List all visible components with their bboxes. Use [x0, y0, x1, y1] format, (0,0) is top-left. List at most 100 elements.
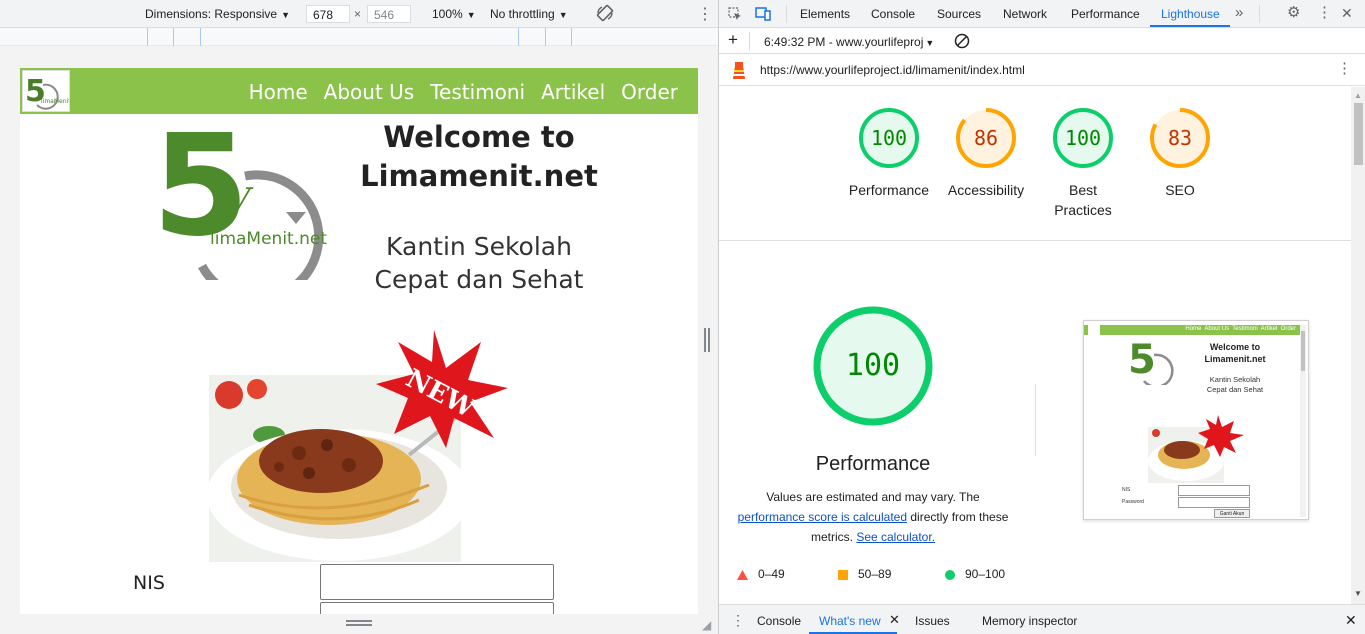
resize-grip-icon[interactable]: ◢ [702, 618, 711, 632]
nav-artikel-link[interactable]: Artikel [541, 80, 605, 104]
thumb-password-label: Password [1122, 499, 1144, 505]
performance-gauge-large: 100 [812, 305, 934, 427]
active-tab-indicator [1150, 25, 1230, 27]
toolbar-divider [749, 32, 750, 50]
score-gauge-accessibility[interactable]: 86 Accessibility [943, 106, 1029, 200]
site-logo-small[interactable]: 5 limaMenit.net [22, 70, 83, 112]
more-vertical-icon[interactable]: ⋮ [1317, 5, 1332, 20]
score-value: 86 [973, 126, 999, 150]
report-selector-label: 6:49:32 PM - www.yourlifeproj [764, 35, 924, 49]
tab-elements[interactable]: Elements [800, 7, 850, 21]
rotate-icon[interactable] [596, 4, 614, 25]
close-drawer-icon[interactable]: ✕ [1345, 613, 1357, 627]
plus-icon[interactable]: + [728, 31, 738, 48]
score-gauge-best-practices[interactable]: 100 Best Practices [1040, 106, 1126, 220]
device-emulation-pane: Dimensions: Responsive ▼ 678 × 546 100% ▼ … [0, 0, 718, 634]
times-sign: × [354, 7, 362, 21]
site-navbar: 5 limaMenit.net Home About Us Testimoni … [20, 68, 698, 114]
report-url[interactable]: https://www.yourlifeproject.id/limamenit… [760, 63, 1025, 77]
report-scrollbar[interactable]: ▲ ▼ [1351, 87, 1365, 604]
gear-icon[interactable]: ⚙ [1287, 5, 1300, 20]
close-tab-icon[interactable]: ✕ [889, 613, 900, 627]
device-toolbar-icon[interactable] [755, 7, 771, 23]
tagline: Kantin Sekolah Cepat dan Sehat [338, 230, 620, 296]
nis-input[interactable] [320, 564, 554, 600]
lighthouse-icon [731, 60, 747, 83]
width-input[interactable]: 678 [306, 5, 350, 23]
dimensions-dropdown[interactable]: Dimensions: Responsive ▼ [145, 7, 290, 21]
tagline-line-2: Cepat dan Sehat [374, 265, 584, 294]
scroll-down-icon[interactable]: ▼ [1354, 589, 1362, 598]
score-gauge-seo[interactable]: 83 SEO [1137, 106, 1223, 200]
media-query-ruler[interactable] [0, 28, 718, 46]
zoom-dropdown[interactable]: 100% ▼ [432, 7, 476, 21]
scrollbar-thumb[interactable] [1354, 103, 1363, 165]
thumb-password-input [1178, 497, 1250, 508]
lighthouse-report: 100 Performance 86 Accessibility 100 Bes… [719, 87, 1351, 604]
score-calculation-link[interactable]: performance score is calculated [738, 510, 907, 524]
drawer-tab-memory-inspector[interactable]: Memory inspector [982, 614, 1077, 628]
score-value: 83 [1167, 126, 1193, 150]
new-badge: NEW [376, 330, 508, 448]
zoom-label: 100% [432, 7, 463, 21]
nav-home-link[interactable]: Home [249, 80, 308, 104]
tab-divider [1259, 5, 1260, 23]
triangle-icon [737, 569, 748, 580]
welcome-heading: Welcome to Limamenit.net [338, 118, 620, 196]
thumb-nav-text: Home About Us Testimoni Artikel Order [1185, 326, 1296, 332]
scroll-up-icon[interactable]: ▲ [1354, 91, 1362, 100]
performance-score-large: 100 [845, 348, 901, 383]
performance-note: Values are estimated and may vary. The p… [729, 487, 1017, 547]
tab-network[interactable]: Network [1003, 7, 1047, 21]
tab-sources[interactable]: Sources [937, 7, 981, 21]
more-vertical-icon[interactable]: ⋮ [1337, 61, 1352, 76]
ruler-tick [200, 28, 201, 46]
legend-range: 90–100 [965, 567, 1006, 581]
chevron-down-icon: ▼ [558, 10, 568, 20]
more-vertical-icon[interactable]: ⋮ [731, 613, 745, 627]
score-gauge-performance[interactable]: 100 Performance [846, 106, 932, 200]
thumb-logo [1088, 325, 1100, 335]
drawer-tab-whats-new[interactable]: What's new [819, 614, 881, 628]
tab-lighthouse[interactable]: Lighthouse [1161, 7, 1220, 21]
nav-about-link[interactable]: About Us [324, 80, 415, 104]
final-screenshot-thumbnail[interactable]: Home About Us Testimoni Artikel Order 5 … [1083, 320, 1309, 520]
thumb-button: Ganti Akun [1214, 509, 1250, 518]
tab-console[interactable]: Console [871, 7, 915, 21]
password-input[interactable] [320, 602, 554, 614]
score-label: SEO [1165, 182, 1195, 198]
viewport-resize-handle-bottom[interactable] [346, 620, 374, 628]
performance-title: Performance [815, 453, 931, 475]
score-label: Best Practices [1054, 182, 1112, 218]
more-vertical-icon[interactable]: ⋮ [697, 4, 713, 24]
score-ring: 86 [954, 106, 1018, 170]
devtools-tab-bar: Elements Console Sources Network Perform… [719, 0, 1365, 28]
devtools-panel: Elements Console Sources Network Perform… [718, 0, 1365, 634]
thumb-welcome-2: Limamenit.net [1204, 354, 1266, 364]
vertical-divider [1035, 384, 1036, 456]
thumb-logo-large: 5 [1128, 339, 1174, 385]
viewport-resize-handle-right[interactable] [704, 328, 712, 354]
nav-testimoni-link[interactable]: Testimoni [430, 80, 525, 104]
thumb-nis-label: NIS [1122, 487, 1131, 493]
thumb-navbar: Home About Us Testimoni Artikel Order [1084, 325, 1300, 335]
report-selector[interactable]: 6:49:32 PM - www.yourlifeproj ▼ [764, 35, 934, 49]
tab-performance[interactable]: Performance [1071, 7, 1140, 21]
square-icon [838, 569, 848, 580]
see-calculator-link[interactable]: See calculator. [856, 530, 935, 544]
more-tabs-icon[interactable]: » [1235, 5, 1243, 20]
clear-icon[interactable] [954, 33, 970, 51]
devtools-drawer-bar: ⋮ Console What's new ✕ Issues Memory ins… [719, 604, 1365, 634]
height-input[interactable]: 546 [367, 5, 411, 23]
screen: Dimensions: Responsive ▼ 678 × 546 100% ▼ … [0, 0, 1365, 634]
nav-order-link[interactable]: Order [621, 80, 678, 104]
throttling-dropdown[interactable]: No throttling ▼ [490, 7, 568, 21]
inspect-element-icon[interactable] [728, 7, 742, 23]
close-icon[interactable]: ✕ [1341, 6, 1353, 20]
legend-range: 50–89 [858, 567, 892, 581]
ruler-tick [518, 28, 519, 46]
drawer-tab-issues[interactable]: Issues [915, 614, 950, 628]
score-value: 100 [1064, 126, 1102, 150]
logo-wordmark: limaMenit.net [210, 229, 327, 249]
drawer-tab-console[interactable]: Console [757, 614, 801, 628]
